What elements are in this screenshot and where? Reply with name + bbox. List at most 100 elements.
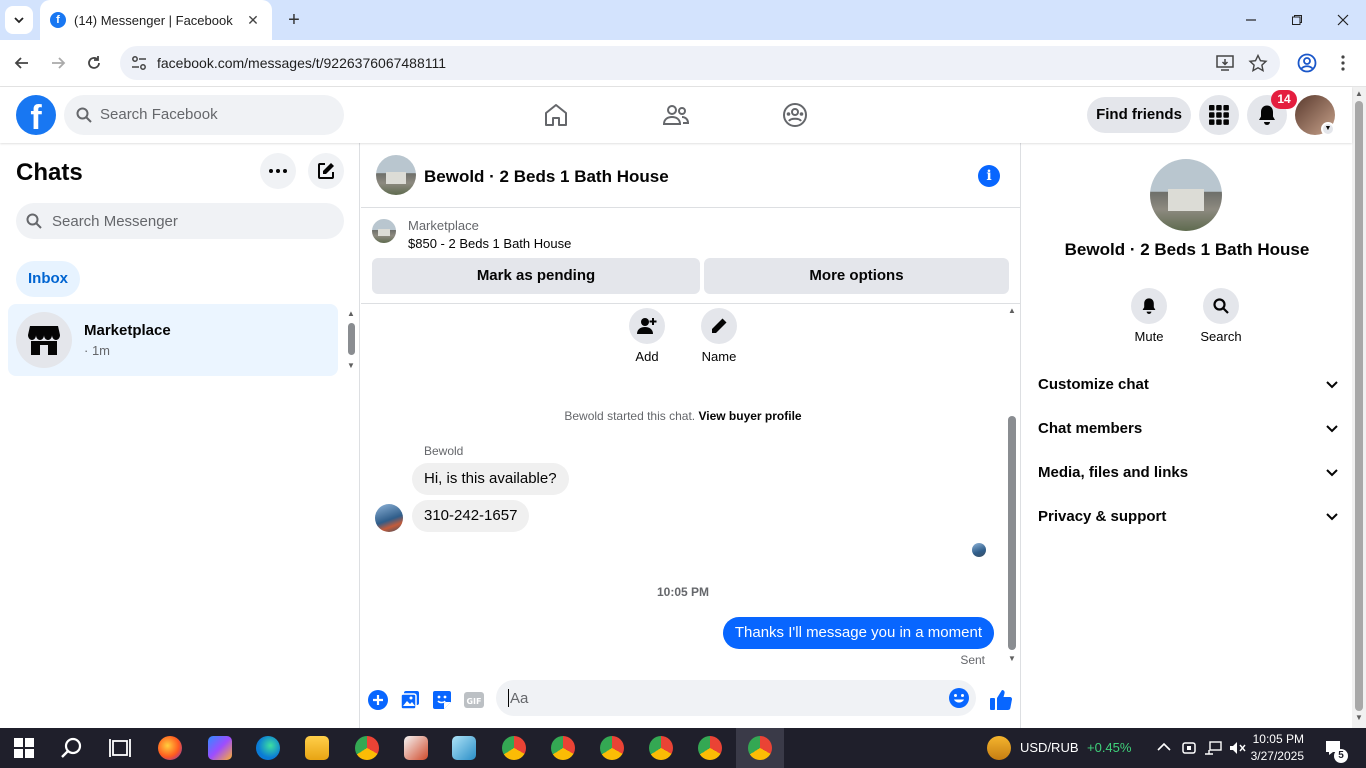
file-explorer-icon[interactable] (305, 736, 329, 760)
tab-search-button[interactable] (5, 6, 33, 34)
chat-list-scrollbar[interactable]: ▲ ▼ (346, 309, 358, 370)
attach-photo-button[interactable] (399, 689, 421, 711)
mute-button[interactable] (1131, 288, 1167, 324)
network-icon[interactable] (1204, 740, 1222, 756)
browser-menu-button[interactable] (1330, 50, 1356, 76)
profile-button[interactable] (1294, 50, 1320, 76)
address-bar[interactable]: facebook.com/messages/t/9226376067488111 (120, 46, 1280, 80)
scroll-up-arrow-icon[interactable]: ▲ (1008, 306, 1016, 315)
chrome-profile-icon (748, 736, 772, 760)
details-avatar[interactable] (1150, 159, 1222, 231)
account-chevron-icon[interactable]: ▼ (1321, 122, 1335, 136)
customize-chat-section[interactable]: Customize chat (1038, 371, 1338, 399)
privacy-support-section[interactable]: Privacy & support (1038, 503, 1338, 531)
edge-icon[interactable] (256, 736, 280, 760)
outgoing-message[interactable]: Thanks I'll message you in a moment (722, 617, 994, 649)
forward-button[interactable] (45, 50, 71, 76)
view-buyer-profile-link[interactable]: View buyer profile (698, 409, 801, 423)
search-messenger-input[interactable]: Search Messenger (16, 203, 344, 239)
sticker-button[interactable] (431, 689, 453, 711)
facebook-search-input[interactable]: Search Facebook (64, 95, 344, 135)
chat-list-panel: Chats Search Messenger Inbox Marketplace… (0, 143, 360, 728)
currency-widget-icon[interactable] (987, 736, 1011, 760)
scroll-down-arrow-icon[interactable]: ▼ (1355, 713, 1363, 722)
sender-avatar[interactable] (375, 504, 403, 532)
active-taskbar-app[interactable] (736, 728, 784, 768)
page-scrollbar-thumb[interactable] (1355, 101, 1363, 711)
conversation-info-icon[interactable]: i (978, 165, 1000, 187)
ticker-change[interactable]: +0.45% (1087, 740, 1131, 755)
chat-list-scrollbar-thumb[interactable] (348, 323, 355, 355)
bookmark-star-icon[interactable] (1248, 54, 1268, 72)
menu-button[interactable] (1199, 95, 1239, 135)
conversation-avatar[interactable] (376, 155, 416, 195)
chrome-icon[interactable] (355, 736, 379, 760)
search-icon (76, 107, 92, 123)
more-options-button[interactable]: More options (704, 258, 1009, 294)
conversation-title[interactable]: Bewold · 2 Beds 1 Bath House (424, 167, 669, 187)
find-friends-button[interactable]: Find friends (1087, 97, 1191, 133)
search-icon[interactable] (60, 736, 84, 760)
notepad-app-icon[interactable] (452, 736, 476, 760)
minimize-button[interactable] (1236, 8, 1266, 32)
page-scrollbar[interactable]: ▲ ▼ (1352, 87, 1366, 728)
copilot-icon[interactable] (208, 736, 232, 760)
emoji-button[interactable] (948, 687, 970, 709)
name-chat-button[interactable] (701, 308, 737, 344)
add-people-button[interactable] (629, 308, 665, 344)
taskbar-time[interactable]: 10:05 PM (1248, 732, 1304, 746)
like-button[interactable] (988, 687, 1014, 713)
chrome-profile-icon[interactable] (600, 736, 624, 760)
listing-title[interactable]: $850 - 2 Beds 1 Bath House (408, 236, 571, 251)
chrome-profile-icon[interactable] (502, 736, 526, 760)
listing-thumbnail[interactable] (372, 219, 396, 243)
inbox-filter-tab[interactable]: Inbox (16, 261, 80, 297)
browser-tab-messenger[interactable]: f (14) Messenger | Facebook ✕ (40, 0, 272, 40)
scroll-up-arrow-icon[interactable]: ▲ (347, 309, 355, 318)
nav-friends-button[interactable] (660, 99, 692, 131)
volume-muted-icon[interactable] (1228, 740, 1246, 756)
chrome-profile-icon[interactable] (649, 736, 673, 760)
nav-home-button[interactable] (540, 99, 572, 131)
chevron-up-icon[interactable] (1157, 742, 1171, 752)
new-message-button[interactable] (308, 153, 344, 189)
taskbar-date[interactable]: 3/27/2025 (1248, 749, 1304, 763)
chrome-profile-icon[interactable] (551, 736, 575, 760)
gif-button[interactable]: GIF (463, 689, 485, 711)
ticker-label[interactable]: USD/RUB (1020, 740, 1079, 755)
windows-start-icon[interactable] (14, 738, 34, 758)
meet-now-icon[interactable] (1181, 740, 1197, 756)
conversation-scrollbar-thumb[interactable] (1008, 416, 1016, 650)
scroll-down-arrow-icon[interactable]: ▼ (1008, 654, 1016, 663)
more-actions-button[interactable] (367, 689, 389, 711)
chat-options-button[interactable] (260, 153, 296, 189)
firefox-icon[interactable] (158, 736, 182, 760)
chrome-profile-icon[interactable] (698, 736, 722, 760)
restore-button[interactable] (1282, 8, 1312, 32)
conversation-scrollbar[interactable]: ▲ ▼ (1005, 306, 1019, 668)
search-in-conversation-button[interactable] (1203, 288, 1239, 324)
message-input[interactable]: Aa (496, 680, 976, 716)
paint-app-icon[interactable] (404, 736, 428, 760)
reload-button[interactable] (81, 50, 107, 76)
install-app-icon[interactable] (1216, 54, 1236, 72)
incoming-message[interactable]: Hi, is this available? (412, 463, 569, 495)
new-tab-button[interactable]: + (282, 8, 306, 32)
site-settings-icon[interactable] (130, 54, 148, 72)
task-view-icon[interactable] (108, 736, 132, 760)
chat-members-section[interactable]: Chat members (1038, 415, 1338, 443)
nav-groups-button[interactable] (779, 99, 811, 131)
home-icon (545, 104, 567, 126)
mark-as-pending-button[interactable]: Mark as pending (372, 258, 700, 294)
scroll-up-arrow-icon[interactable]: ▲ (1355, 89, 1363, 98)
chat-list-item[interactable]: Marketplace · 1m (8, 304, 338, 376)
url-text[interactable]: facebook.com/messages/t/9226376067488111 (157, 55, 446, 71)
close-tab-icon[interactable]: ✕ (244, 12, 262, 29)
facebook-logo-icon[interactable]: f (16, 95, 56, 135)
more-dots-icon (269, 169, 287, 173)
close-window-button[interactable] (1328, 8, 1358, 32)
scroll-down-arrow-icon[interactable]: ▼ (347, 361, 355, 370)
back-button[interactable] (9, 50, 35, 76)
media-files-links-section[interactable]: Media, files and links (1038, 459, 1338, 487)
incoming-message[interactable]: 310-242-1657 (412, 500, 530, 532)
